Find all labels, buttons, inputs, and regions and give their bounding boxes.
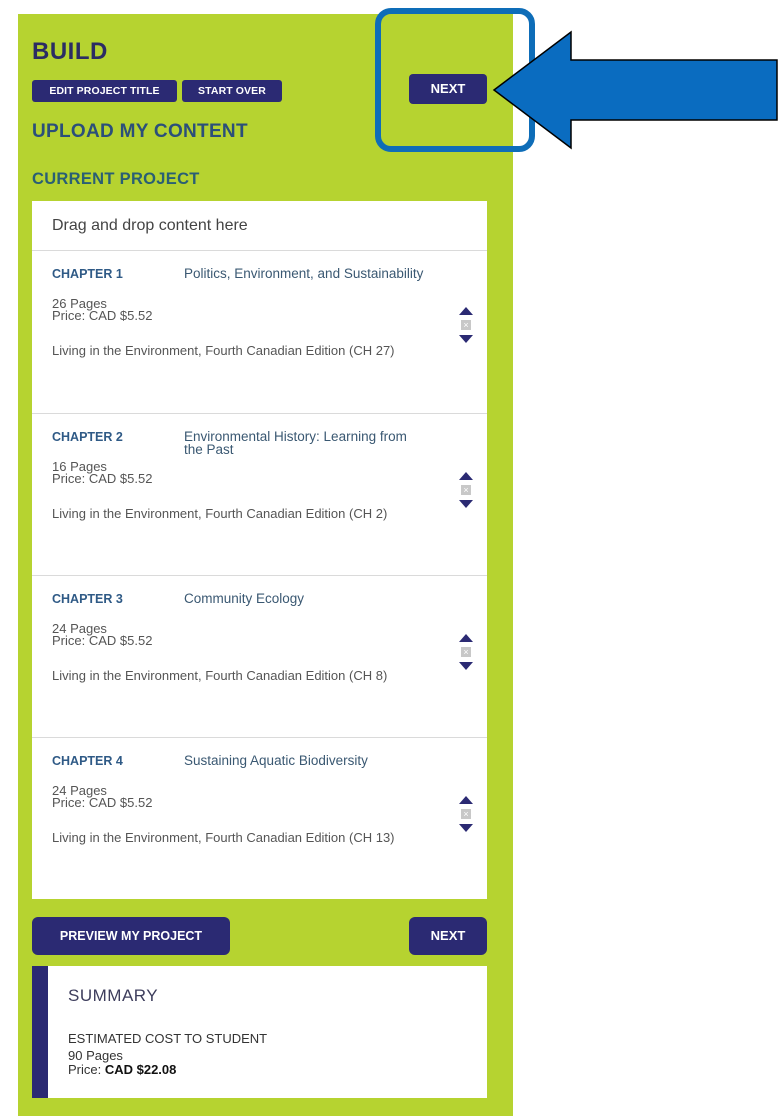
chapter-item[interactable]: CHAPTER 4 Sustaining Aquatic Biodiversit… [32, 738, 487, 900]
arrow-up-icon[interactable] [459, 634, 473, 642]
pointer-arrow-icon [492, 30, 778, 150]
chapter-number: CHAPTER 4 [52, 754, 123, 768]
upload-heading: UPLOAD MY CONTENT [32, 121, 248, 142]
summary-title: SUMMARY [68, 986, 159, 1005]
chapter-controls: × [459, 472, 473, 522]
summary-box: SUMMARY ESTIMATED COST TO STUDENT 90 Pag… [32, 966, 487, 1098]
summary-accent-bar [32, 966, 48, 1098]
next-button-bottom[interactable]: NEXT [409, 917, 487, 955]
chapter-source: Living in the Environment, Fourth Canadi… [52, 830, 395, 845]
arrow-up-icon[interactable] [459, 472, 473, 480]
chapter-source: Living in the Environment, Fourth Canadi… [52, 343, 395, 358]
chapter-meta: 26 Pages Price: CAD $5.52 [52, 297, 153, 323]
project-content-list[interactable]: Drag and drop content here CHAPTER 1 Pol… [32, 201, 487, 899]
chapter-number: CHAPTER 3 [52, 592, 123, 606]
chapter-source: Living in the Environment, Fourth Canadi… [52, 668, 388, 683]
summary-price: Price: CAD $22.08 [68, 1062, 176, 1078]
arrow-down-icon[interactable] [459, 500, 473, 508]
chapter-number: CHAPTER 1 [52, 267, 123, 281]
arrow-up-icon[interactable] [459, 796, 473, 804]
chapter-controls: × [459, 796, 473, 846]
price-prefix: Price: [68, 1062, 105, 1077]
chapter-title: Sustaining Aquatic Biodiversity [184, 753, 368, 768]
chapter-meta: 24 Pages Price: CAD $5.52 [52, 784, 153, 810]
chapter-price: Price: CAD $5.52 [52, 471, 153, 486]
remove-icon[interactable]: × [461, 647, 471, 657]
start-over-button[interactable]: START OVER [182, 80, 282, 102]
page-title: BUILD [32, 38, 108, 65]
chapter-title: Politics, Environment, and Sustainabilit… [184, 266, 424, 281]
preview-project-button[interactable]: PREVIEW MY PROJECT [32, 917, 230, 955]
edit-project-title-button[interactable]: EDIT PROJECT TITLE [32, 80, 177, 102]
arrow-down-icon[interactable] [459, 662, 473, 670]
estimate-label: ESTIMATED COST TO STUDENT [68, 1031, 268, 1046]
arrow-down-icon[interactable] [459, 335, 473, 343]
summary-pages: 90 Pages [68, 1048, 123, 1063]
chapter-controls: × [459, 307, 473, 357]
current-project-heading: CURRENT PROJECT [32, 170, 200, 188]
chapter-price: Price: CAD $5.52 [52, 633, 153, 648]
chapter-meta: 16 Pages Price: CAD $5.52 [52, 460, 153, 486]
chapter-controls: × [459, 634, 473, 684]
chapter-number: CHAPTER 2 [52, 430, 123, 444]
arrow-up-icon[interactable] [459, 307, 473, 315]
remove-icon[interactable]: × [461, 320, 471, 330]
chapter-title: Community Ecology [184, 591, 305, 606]
drop-hint: Drag and drop content here [52, 217, 248, 234]
chapter-item[interactable]: CHAPTER 1 Politics, Environment, and Sus… [32, 251, 487, 413]
chapter-price: Price: CAD $5.52 [52, 795, 153, 810]
price-value: CAD $22.08 [104, 1062, 177, 1077]
remove-icon[interactable]: × [461, 809, 471, 819]
chapter-source: Living in the Environment, Fourth Canadi… [52, 506, 388, 521]
remove-icon[interactable]: × [461, 485, 471, 495]
chapter-price: Price: CAD $5.52 [52, 308, 153, 323]
chapter-item[interactable]: CHAPTER 2 Environmental History: Learnin… [32, 414, 487, 576]
chapter-title: Environmental History: Learning from the… [184, 429, 407, 457]
chapter-meta: 24 Pages Price: CAD $5.52 [52, 622, 153, 648]
arrow-down-icon[interactable] [459, 824, 473, 832]
chapter-item[interactable]: CHAPTER 3 Community Ecology 24 Pages Pri… [32, 576, 487, 738]
